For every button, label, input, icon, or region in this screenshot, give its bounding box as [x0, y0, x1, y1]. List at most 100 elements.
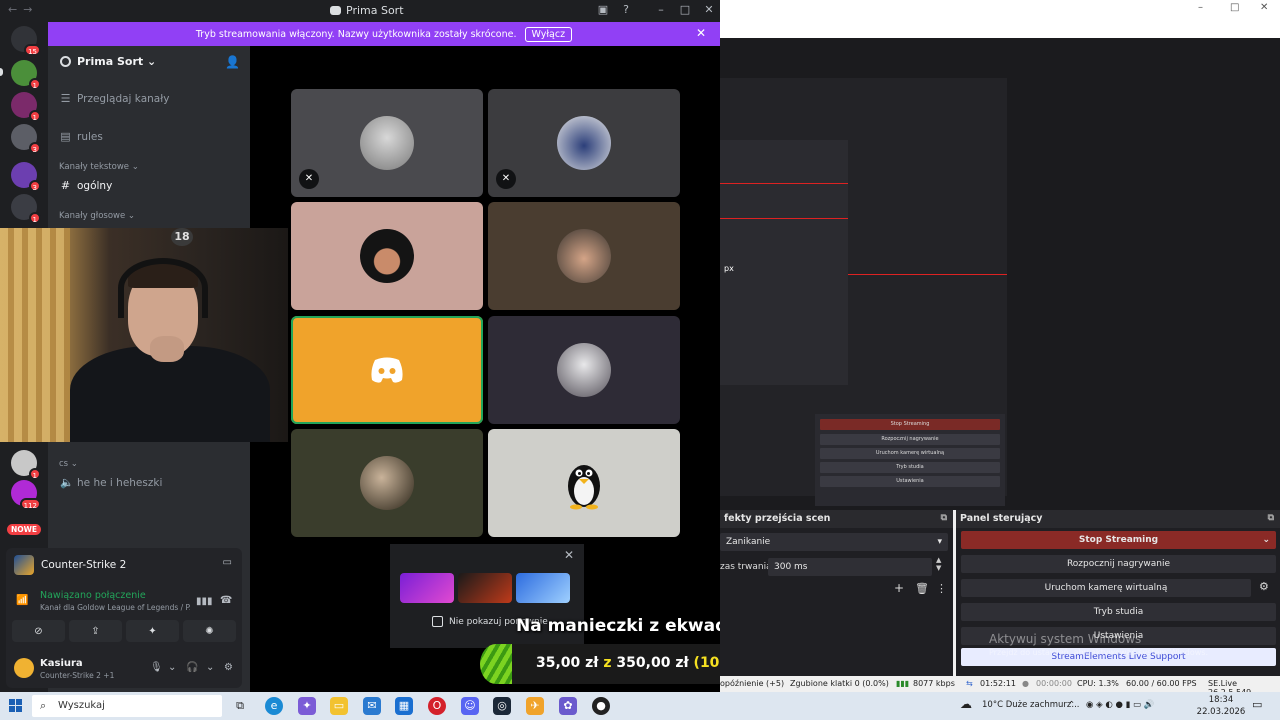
activities-button[interactable]: ✦	[126, 620, 179, 642]
add-icon[interactable]: +	[894, 581, 904, 595]
minimize-button[interactable]: –	[1198, 2, 1203, 13]
server-icon[interactable]: 3	[11, 124, 41, 154]
rules-icon: ▤	[60, 130, 71, 143]
participant-tile[interactable]	[488, 429, 680, 537]
nested-control-panel: Stop Streaming Rozpocznij nagrywanie Uru…	[815, 414, 1005, 506]
opera-icon[interactable]: O	[428, 697, 446, 715]
chevron-down-icon[interactable]: ⌄	[168, 662, 176, 673]
participant-tile[interactable]	[488, 202, 680, 310]
app-icon[interactable]: ✿	[559, 697, 577, 715]
server-icon[interactable]: 1	[11, 92, 41, 122]
game-thumbnail[interactable]	[400, 573, 454, 603]
server-icon[interactable]: 1	[11, 60, 41, 90]
counter-strike-icon[interactable]: ✈	[526, 697, 544, 715]
spin-icon[interactable]: ▲ ▼	[936, 556, 941, 572]
participant-tile[interactable]	[291, 316, 483, 424]
maximize-button[interactable]: □	[676, 3, 694, 16]
weather-icon[interactable]: ☁	[960, 697, 972, 711]
gear-icon[interactable]: ⚙	[1259, 580, 1269, 593]
server-icon[interactable]: 1	[11, 194, 41, 224]
close-button[interactable]: ✕	[1260, 2, 1268, 13]
duration-input[interactable]: 300 ms	[768, 558, 932, 576]
studio-mode-button[interactable]: Tryb studia	[961, 603, 1276, 621]
edge-icon[interactable]: e	[265, 697, 283, 715]
headphones	[118, 258, 208, 318]
channel-rules[interactable]: ▤ rules	[60, 130, 103, 143]
badge: 1	[28, 78, 41, 90]
maximize-button[interactable]: □	[1230, 2, 1239, 13]
checkbox[interactable]	[432, 616, 443, 627]
store-icon[interactable]: ▦	[395, 697, 413, 715]
taskbar-search[interactable]: ⌕ Wyszukaj	[32, 695, 222, 717]
game-thumbnail[interactable]	[516, 573, 570, 603]
disconnect-icon[interactable]: ☎	[220, 595, 232, 606]
virtual-camera-button[interactable]: Uruchom kamerę wirtualną	[961, 579, 1251, 597]
channel-general[interactable]: # ogólny	[60, 179, 112, 192]
copilot-icon[interactable]: ✦	[298, 697, 316, 715]
category-text[interactable]: Kanały tekstowe ⌄	[59, 162, 139, 172]
mail-icon[interactable]: ✉	[363, 697, 381, 715]
username[interactable]: Kasiura	[40, 658, 83, 669]
nav-arrows[interactable]: ←→	[8, 3, 38, 16]
close-button[interactable]: ✕	[700, 3, 718, 16]
share-screen-button[interactable]: ⇪	[69, 620, 122, 642]
windows-start-icon[interactable]	[9, 699, 22, 712]
participant-tile[interactable]	[291, 429, 483, 537]
clock[interactable]: 18:34 22.03.2026	[1196, 694, 1246, 718]
server-icon[interactable]: 112	[11, 480, 41, 510]
transition-select[interactable]: Zanikanie ▾	[720, 533, 948, 551]
undock-icon[interactable]: ⧉	[1268, 513, 1274, 523]
noise-suppression-icon[interactable]: ▮▮▮	[196, 596, 213, 607]
obs-icon[interactable]: ●	[592, 697, 610, 715]
steam-icon[interactable]: ◎	[493, 697, 511, 715]
disable-streamer-mode-button[interactable]: Wyłącz	[524, 26, 573, 42]
help-icon[interactable]: ?	[617, 3, 635, 16]
screen-share-icon[interactable]: ▭	[223, 557, 232, 568]
connection-status[interactable]: Nawiązano połączenie	[40, 590, 146, 601]
taskbar: ⌕ Wyszukaj ⧉ e ✦ ▭ ✉ ▦ O ☺ ◎ ✈ ✿ ● ☁ 10°…	[0, 692, 1280, 720]
discord-icon[interactable]: ☺	[461, 697, 479, 715]
channel-label: he he i heheszki	[77, 476, 163, 489]
participant-tile[interactable]	[291, 202, 483, 310]
stop-streaming-button[interactable]: Stop Streaming ⌄	[961, 531, 1276, 549]
close-icon[interactable]: ✕	[564, 548, 574, 562]
minimize-button[interactable]: –	[652, 3, 670, 16]
participant-tile[interactable]	[488, 316, 680, 424]
soundboard-button[interactable]: ✺	[183, 620, 236, 642]
server-icon[interactable]: 3	[11, 162, 41, 192]
weather-text[interactable]: 10°C Duże zachmurz...	[982, 700, 1080, 710]
tray-icons[interactable]: ◉ ◈ ◐ ● ▮ ▭ 🔊	[1086, 700, 1154, 710]
signal-icon[interactable]: 📶	[16, 595, 28, 606]
duration-label: zas trwania	[720, 562, 772, 572]
file-explorer-icon[interactable]: ▭	[330, 697, 348, 715]
undock-icon[interactable]: ⧉	[941, 513, 947, 523]
trash-icon[interactable]: 🗑	[915, 582, 929, 595]
browse-channels[interactable]: ☰ Przeglądaj kanały	[60, 92, 170, 105]
chevron-down-icon[interactable]: ⌄	[206, 662, 214, 673]
inbox-icon[interactable]: ▣	[594, 3, 612, 16]
microphone-icon[interactable]: 🎙	[150, 662, 163, 673]
notification-icon[interactable]: ▭	[1252, 698, 1262, 711]
avatar[interactable]	[14, 658, 34, 678]
participant-tile[interactable]: ✕	[488, 89, 680, 197]
invite-icon[interactable]: 👤	[225, 55, 240, 69]
obs-preview[interactable]: px Stop Streaming Rozpocznij nagrywanie …	[720, 38, 1280, 510]
voice-channel[interactable]: 🔈 he he i heheszki	[60, 476, 162, 489]
category-voice[interactable]: Kanały głosowe ⌄	[59, 211, 135, 221]
server-icon[interactable]: 1	[11, 450, 41, 480]
start-recording-button[interactable]: Rozpocznij nagrywanie	[961, 555, 1276, 573]
close-icon[interactable]: ✕	[696, 26, 706, 40]
game-thumbnail[interactable]	[458, 573, 512, 603]
chevron-up-icon[interactable]: ⌃	[1068, 700, 1075, 710]
participant-tile[interactable]: ✕	[291, 89, 483, 197]
settings-gear-icon[interactable]: ⚙	[224, 662, 233, 673]
guild-header[interactable]: Prima Sort ⌄ 👤	[48, 46, 250, 80]
connection-channel[interactable]: Kanał dla Goldow League of Legends / P..…	[40, 603, 190, 612]
guild-name[interactable]: Prima Sort ⌄	[77, 55, 156, 68]
headphones-icon[interactable]: 🎧	[186, 662, 198, 673]
camera-off-button[interactable]: ⊘	[12, 620, 65, 642]
category-cs[interactable]: cs ⌄	[59, 459, 78, 469]
direct-messages-icon[interactable]: 15	[11, 26, 41, 56]
task-view-icon[interactable]: ⧉	[231, 697, 249, 715]
more-icon[interactable]: ⋮	[936, 582, 947, 595]
